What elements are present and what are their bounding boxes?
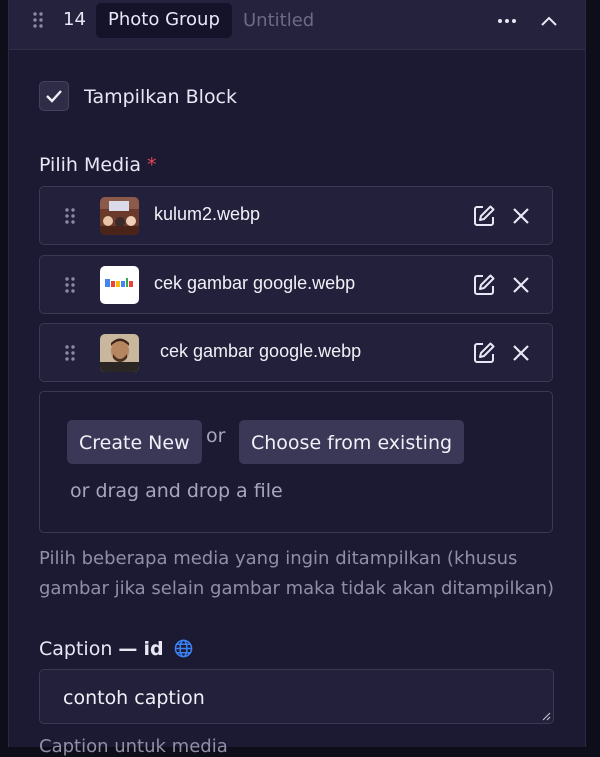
media-filename: cek gambar google.webp <box>154 273 356 293</box>
remove-x-icon[interactable] <box>510 205 532 227</box>
show-block-label: Tampilkan Block <box>84 86 238 108</box>
drag-handle-icon[interactable] <box>64 344 76 362</box>
drag-handle-icon[interactable] <box>64 207 76 225</box>
drag-handle-icon[interactable] <box>32 11 44 29</box>
caption-field-label: Caption — id <box>39 638 193 663</box>
block-type-badge: Photo Group <box>96 3 232 38</box>
person-photo-thumbnail <box>100 334 139 372</box>
caption-textarea[interactable]: contoh caption <box>39 669 554 724</box>
resize-grip-icon[interactable] <box>541 711 551 721</box>
remove-x-icon[interactable] <box>510 342 532 364</box>
required-marker: * <box>147 154 157 176</box>
media-label-text: Pilih Media <box>39 154 142 176</box>
remove-x-icon[interactable] <box>510 274 532 296</box>
create-new-button[interactable]: Create New <box>67 420 202 464</box>
caption-lang: id <box>143 638 164 660</box>
globe-icon[interactable] <box>174 639 193 663</box>
media-field-label: Pilih Media * <box>39 154 157 176</box>
media-filename: cek gambar google.webp <box>160 341 362 361</box>
media-item: cek gambar google.webp <box>39 255 553 314</box>
drag-handle-icon[interactable] <box>64 276 76 294</box>
caption-value: contoh caption <box>63 687 205 709</box>
caption-dash: — <box>118 638 138 660</box>
classroom-photo-thumbnail <box>100 197 139 235</box>
google-logo-thumbnail <box>100 266 139 304</box>
edit-icon[interactable] <box>472 204 496 228</box>
media-item: cek gambar google.webp <box>39 323 553 382</box>
more-options-icon[interactable] <box>494 8 520 34</box>
media-item: kulum2.webp <box>39 186 553 245</box>
checkmark-icon <box>46 90 62 103</box>
show-block-checkbox[interactable] <box>39 81 69 111</box>
block-title: Untitled <box>243 10 315 31</box>
media-filename: kulum2.webp <box>154 204 261 224</box>
caption-label-text: Caption <box>39 638 113 660</box>
collapse-chevron-up-icon[interactable] <box>536 8 562 34</box>
edit-icon[interactable] <box>472 341 496 365</box>
media-help-text: Pilih beberapa media yang ingin ditampil… <box>39 548 555 599</box>
edit-icon[interactable] <box>472 273 496 297</box>
block-header: 14 Photo Group Untitled <box>9 0 585 50</box>
choose-existing-button[interactable]: Choose from existing <box>239 420 465 464</box>
drag-drop-hint: or drag and drop a file <box>70 480 283 502</box>
media-dropzone[interactable]: Create New or Choose from existing or dr… <box>39 391 553 533</box>
block-number: 14 <box>63 9 86 30</box>
block-panel: 14 Photo Group Untitled Tampilkan Block … <box>8 0 586 757</box>
or-text: or <box>206 425 226 447</box>
